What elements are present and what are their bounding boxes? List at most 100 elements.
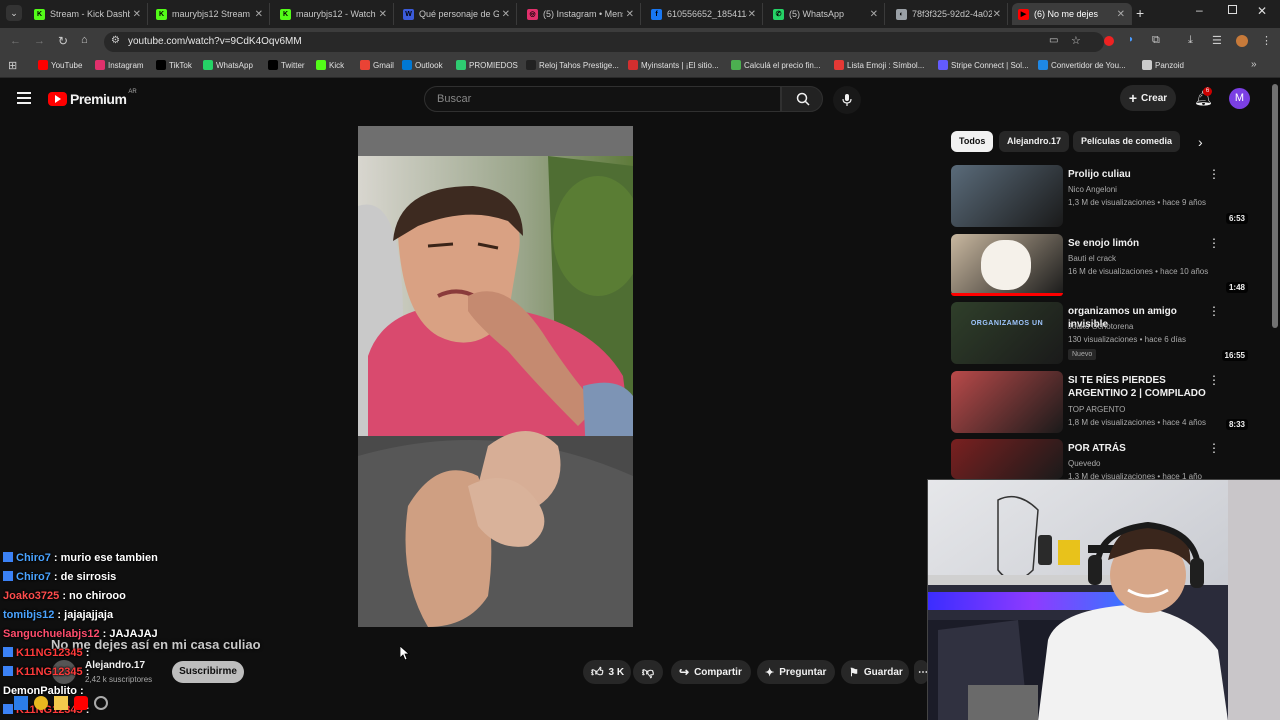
video-title[interactable]: SI TE RÍES PIERDES ARGENTINO 2 | COMPILA…: [1068, 374, 1208, 400]
browser-tab[interactable]: ▶ (6) No me dejes ✕: [1012, 3, 1132, 25]
video-thumbnail[interactable]: ORGANIZAMOS UN: [951, 302, 1063, 364]
extensions-icon[interactable]: ⧉: [1152, 34, 1160, 47]
youtube-app-icon[interactable]: [74, 696, 88, 710]
bookmark-item[interactable]: PROMIEDOS: [456, 60, 518, 70]
video-title[interactable]: Se enojo limón: [1068, 237, 1208, 250]
home-icon[interactable]: ⌂: [81, 34, 88, 46]
back-icon[interactable]: ←: [10, 35, 21, 47]
bookmark-item[interactable]: Convertidor de You...: [1038, 60, 1126, 70]
channel-name[interactable]: Alejandro.17: [85, 660, 145, 671]
recommended-video[interactable]: 8:33 SI TE RÍES PIERDES ARGENTINO 2 | COM…: [951, 371, 1251, 433]
filter-chip[interactable]: Todos: [951, 131, 994, 152]
browser-tab[interactable]: K Stream - Kick Dashb ✕: [28, 3, 148, 25]
minimize-window-icon[interactable]: –: [1196, 3, 1203, 17]
browser-tab[interactable]: K maurybjs12 - Watch ✕: [274, 3, 394, 25]
recommended-video[interactable]: 6:53 Prolijo culiau Nico Angeloni 1,3 M d…: [951, 165, 1251, 227]
close-tab-icon[interactable]: ✕: [626, 9, 634, 20]
extension-record-icon[interactable]: [1104, 36, 1114, 46]
bookmark-item[interactable]: Panzoid: [1142, 60, 1184, 70]
browser-tab[interactable]: ◐ 78f3f325-92d2-4a02 ✕: [890, 3, 1008, 25]
bookmark-item[interactable]: Stripe Connect | Sol...: [938, 60, 1029, 70]
save-button[interactable]: ⚑ Guardar: [841, 660, 909, 684]
browser-tab[interactable]: f 610556652_1854114 ✕: [645, 3, 763, 25]
video-menu-icon[interactable]: ⋮: [1208, 167, 1220, 181]
game-icon[interactable]: [94, 696, 108, 710]
create-button[interactable]: + Crear: [1120, 85, 1176, 111]
maximize-window-icon[interactable]: [1228, 5, 1237, 14]
windows-start-icon[interactable]: [14, 696, 28, 710]
close-tab-icon[interactable]: ✕: [993, 9, 1001, 20]
channel-name[interactable]: Nico Angeloni: [1068, 185, 1117, 194]
video-thumbnail[interactable]: [951, 165, 1063, 227]
browser-tab[interactable]: K maurybjs12 Stream - ✕: [150, 3, 270, 25]
bookmark-star-icon[interactable]: ☆: [1071, 34, 1081, 47]
apps-grid-icon[interactable]: ⊞: [8, 59, 17, 72]
video-menu-icon[interactable]: ⋮: [1208, 373, 1220, 387]
recommended-video[interactable]: POR ATRÁS Quevedo 1,3 M de visualizacion…: [951, 439, 1251, 481]
url-field[interactable]: ⚙ youtube.com/watch?v=9CdK4Oqv6MM: [104, 32, 1104, 52]
video-menu-icon[interactable]: ⋮: [1208, 304, 1220, 318]
video-thumbnail[interactable]: [951, 439, 1063, 479]
video-title[interactable]: POR ATRÁS: [1068, 442, 1208, 455]
filter-chip[interactable]: Películas de comedia: [1073, 131, 1181, 152]
folder-icon[interactable]: [54, 696, 68, 710]
bookmark-item[interactable]: Reloj Tahos Prestige...: [526, 60, 619, 70]
reload-icon[interactable]: ↻: [58, 34, 68, 48]
channel-name[interactable]: Quevedo: [1068, 459, 1100, 468]
video-title[interactable]: Prolijo culiau: [1068, 168, 1208, 181]
downloads-icon[interactable]: ⤓: [1188, 34, 1193, 47]
tab-search-icon[interactable]: ⌄: [6, 5, 22, 21]
dislike-button[interactable]: 👎︎: [633, 660, 663, 684]
filter-chip[interactable]: Alejandro.17: [999, 131, 1070, 152]
more-actions-button[interactable]: ⋯: [914, 660, 928, 684]
browser-menu-icon[interactable]: ⋮: [1261, 34, 1272, 47]
video-thumbnail[interactable]: [951, 234, 1063, 296]
bookmark-item[interactable]: Myinstants | ¡El sitio...: [628, 60, 719, 70]
youtube-logo[interactable]: Premium AR: [48, 89, 137, 107]
recommended-video[interactable]: 1:48 Se enojo limón Bauti el crack 16 M d…: [951, 234, 1251, 296]
share-button[interactable]: ↪ Compartir: [671, 660, 751, 684]
browser-tab[interactable]: W Qué personaje de GT ✕: [397, 3, 517, 25]
close-tab-icon[interactable]: ✕: [379, 9, 387, 20]
forward-icon[interactable]: →: [34, 35, 45, 47]
cast-icon[interactable]: ▭: [1049, 35, 1058, 46]
browser-tab[interactable]: ◎ (5) Instagram • Mens ✕: [521, 3, 641, 25]
bookmark-item[interactable]: YouTube: [38, 60, 82, 70]
bookmark-item[interactable]: Outlook: [402, 60, 443, 70]
bookmark-item[interactable]: TikTok: [156, 60, 192, 70]
bookmark-item[interactable]: WhatsApp: [203, 60, 253, 70]
bookmark-item[interactable]: Lista Emoji : Símbol...: [834, 60, 924, 70]
close-tab-icon[interactable]: ✕: [502, 9, 510, 20]
chips-next-icon[interactable]: ›: [1198, 134, 1203, 150]
like-button[interactable]: 👍︎ 3 K: [583, 660, 631, 684]
account-avatar[interactable]: M: [1229, 88, 1250, 109]
close-tab-icon[interactable]: ✕: [133, 9, 141, 20]
chrome-icon[interactable]: [34, 696, 48, 710]
profile-avatar-icon[interactable]: [1236, 35, 1248, 47]
channel-name[interactable]: TOP ARGENTO: [1068, 405, 1125, 414]
video-menu-icon[interactable]: ⋮: [1208, 236, 1220, 250]
voice-search-button[interactable]: [833, 86, 861, 114]
close-window-icon[interactable]: ✕: [1257, 4, 1267, 18]
video-player[interactable]: [358, 126, 633, 627]
bookmark-item[interactable]: Calculá el precio fin...: [731, 60, 820, 70]
browser-tab[interactable]: ✆ (5) WhatsApp ✕: [767, 3, 885, 25]
extension-audio-icon[interactable]: ◗: [1128, 34, 1134, 45]
close-tab-icon[interactable]: ✕: [1117, 9, 1125, 20]
bookmark-item[interactable]: Kick: [316, 60, 344, 70]
search-button[interactable]: [781, 86, 823, 112]
recommended-video[interactable]: ORGANIZAMOS UN 16:55 organizamos un amigo …: [951, 302, 1251, 364]
close-tab-icon[interactable]: ✕: [748, 9, 756, 20]
channel-name[interactable]: Joako Ochotorena: [1068, 322, 1133, 331]
close-tab-icon[interactable]: ✕: [870, 9, 878, 20]
subscribe-button[interactable]: Suscribirme: [172, 661, 244, 683]
bookmark-item[interactable]: Instagram: [95, 60, 144, 70]
new-tab-button[interactable]: +: [1136, 5, 1144, 21]
channel-name[interactable]: Bauti el crack: [1068, 254, 1116, 263]
video-thumbnail[interactable]: [951, 371, 1063, 433]
page-scrollbar[interactable]: [1272, 84, 1278, 328]
more-bookmarks-icon[interactable]: »: [1251, 59, 1257, 70]
ask-button[interactable]: ✦ Preguntar: [757, 660, 835, 684]
search-input[interactable]: Buscar: [424, 86, 781, 112]
video-menu-icon[interactable]: ⋮: [1208, 441, 1220, 455]
